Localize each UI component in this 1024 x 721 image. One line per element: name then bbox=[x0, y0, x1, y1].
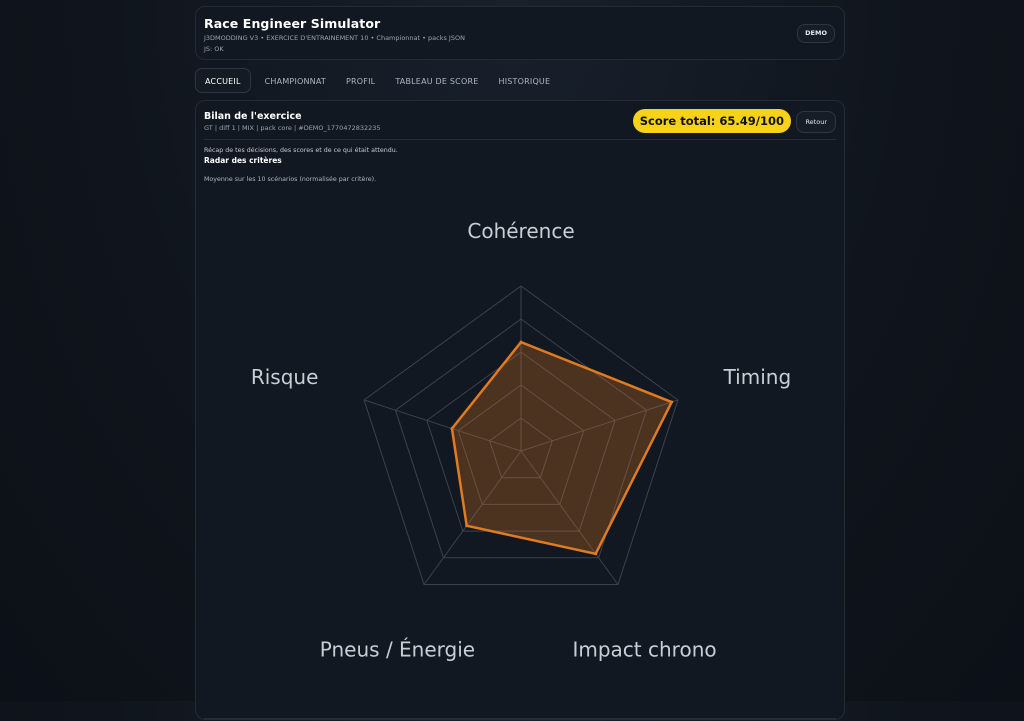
radar-data-point bbox=[450, 427, 454, 431]
tab-championnat[interactable]: CHAMPIONNAT bbox=[255, 68, 336, 93]
tab-historique[interactable]: HISTORIQUE bbox=[488, 68, 560, 93]
radar-axis-label: Risque bbox=[251, 365, 319, 389]
radar-data-point bbox=[594, 552, 598, 556]
radar-axis-label: Cohérence bbox=[467, 219, 574, 243]
app-title: Race Engineer Simulator bbox=[204, 16, 381, 31]
demo-badge[interactable]: DEMO bbox=[797, 24, 835, 43]
app: Race Engineer Simulator J3DMODDING V3 • … bbox=[195, 6, 845, 720]
radar-data-point bbox=[465, 524, 469, 528]
radar-svg: Cohérence Timing Impact chrono Pneus / Éner… bbox=[251, 219, 792, 662]
score-total-badge: Score total: 65.49/100 bbox=[632, 109, 791, 133]
radar-data-point bbox=[519, 340, 523, 344]
radar-axis-label: Impact chrono bbox=[572, 638, 716, 662]
radar-title: Radar des critères bbox=[204, 156, 282, 165]
main-tabs: ACCUEIL CHAMPIONNAT PROFIL TABLEAU DE SC… bbox=[195, 68, 845, 93]
exercise-summary-panel: Bilan de l'exercice GT | diff 1 | MIX | … bbox=[195, 100, 845, 720]
app-subtitle: J3DMODDING V3 • EXERCICE D'ENTRAINEMENT … bbox=[204, 34, 465, 42]
js-status: JS: OK bbox=[204, 45, 224, 53]
radar-axis-label: Pneus / Énergie bbox=[320, 638, 475, 662]
radar-data-point bbox=[670, 400, 674, 404]
tab-profil[interactable]: PROFIL bbox=[336, 68, 385, 93]
radar-note: Moyenne sur les 10 scénarios (normalisée… bbox=[204, 176, 377, 183]
panel-header: Bilan de l'exercice GT | diff 1 | MIX | … bbox=[204, 101, 836, 140]
panel-divider bbox=[204, 718, 836, 719]
tab-tableau-de-score[interactable]: TABLEAU DE SCORE bbox=[385, 68, 488, 93]
back-button[interactable]: Retour bbox=[796, 111, 836, 133]
radar-axis-label: Timing bbox=[723, 365, 792, 389]
app-header: Race Engineer Simulator J3DMODDING V3 • … bbox=[195, 6, 845, 60]
tab-accueil[interactable]: ACCUEIL bbox=[195, 68, 251, 93]
radar-chart: Cohérence Timing Impact chrono Pneus / Éner… bbox=[196, 201, 846, 721]
recap-text: Récap de tes décisions, des scores et de… bbox=[204, 147, 398, 154]
